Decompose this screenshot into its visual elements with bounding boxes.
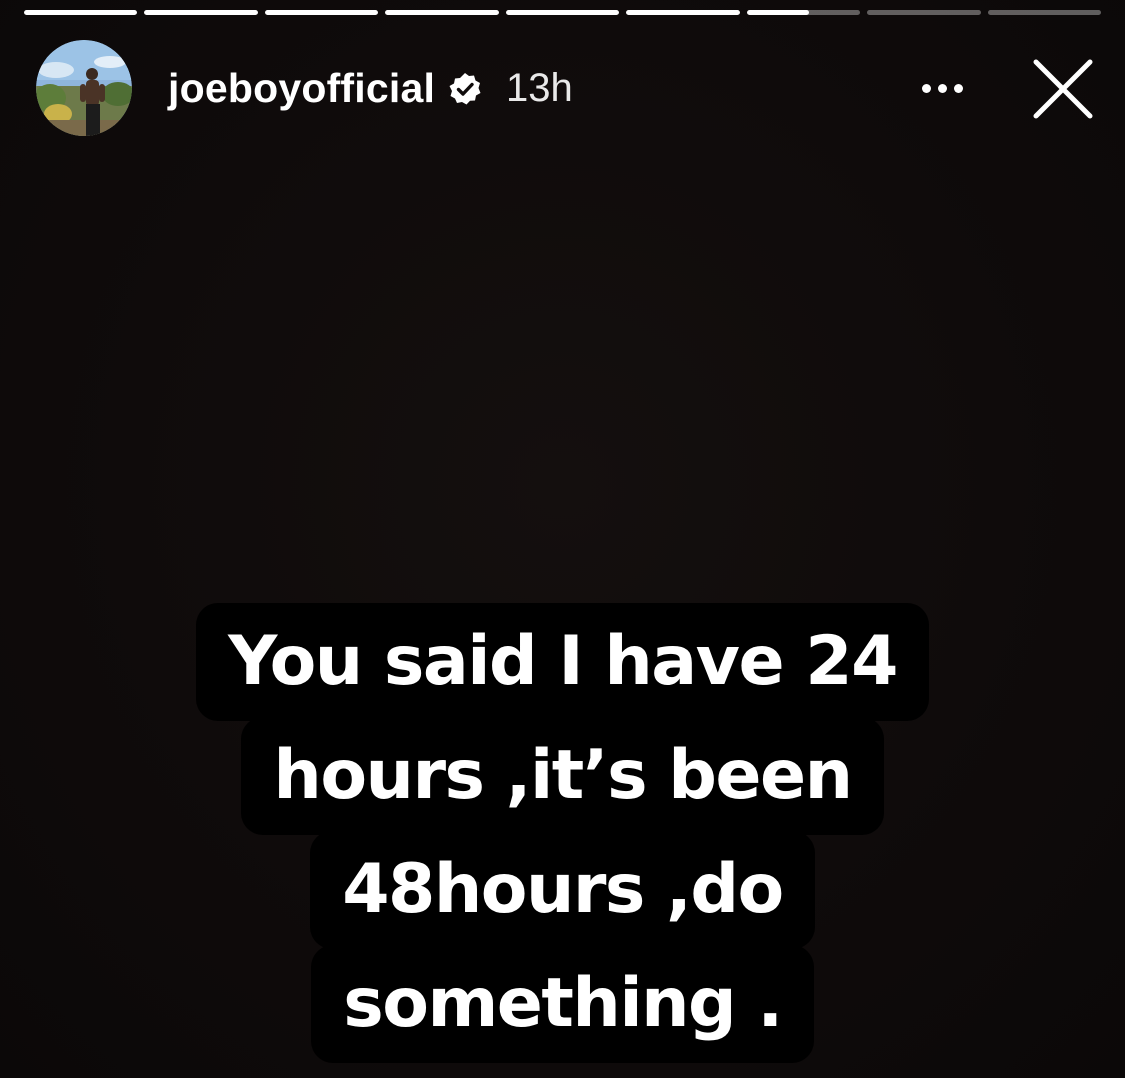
username[interactable]: joeboyofficial	[168, 64, 435, 112]
story-progress-segment	[746, 10, 861, 15]
story-progress-segment	[987, 10, 1101, 15]
story-progress-fill	[746, 10, 810, 15]
post-time: 13h	[506, 66, 573, 110]
story-progress-fill	[505, 10, 620, 15]
more-dots-icon	[921, 83, 931, 93]
story-progress-fill	[24, 10, 138, 15]
close-icon	[1033, 59, 1093, 119]
more-dots-icon	[937, 83, 947, 93]
caption-line-3: 48hours ,do	[310, 831, 815, 949]
story-progress-segment	[867, 10, 981, 15]
story-progress-fill	[385, 10, 499, 15]
story-progress-segment	[264, 10, 379, 15]
close-button[interactable]	[1030, 56, 1096, 122]
story-caption: You said I have 24 hours ,it’s been 48ho…	[0, 603, 1125, 1063]
story-progress-bar	[24, 10, 1101, 15]
caption-line-1: You said I have 24	[196, 603, 929, 721]
story-progress-segment	[505, 10, 620, 15]
caption-line-4: something .	[311, 945, 814, 1063]
story-progress-fill	[626, 10, 740, 15]
avatar-photo	[36, 40, 132, 136]
story-progress-segment	[24, 10, 138, 15]
story-progress-segment	[144, 10, 258, 15]
more-dots-icon	[953, 83, 963, 93]
story-header: joeboyofficial 13h	[36, 40, 1101, 136]
story-progress-fill	[264, 10, 379, 15]
verified-badge-icon	[448, 72, 482, 106]
more-options-button[interactable]	[912, 68, 972, 108]
story-progress-fill	[144, 10, 258, 15]
caption-line-2: hours ,it’s been	[241, 717, 884, 835]
story-progress-segment	[385, 10, 499, 15]
story-progress-segment	[626, 10, 740, 15]
profile-avatar[interactable]	[36, 40, 132, 136]
